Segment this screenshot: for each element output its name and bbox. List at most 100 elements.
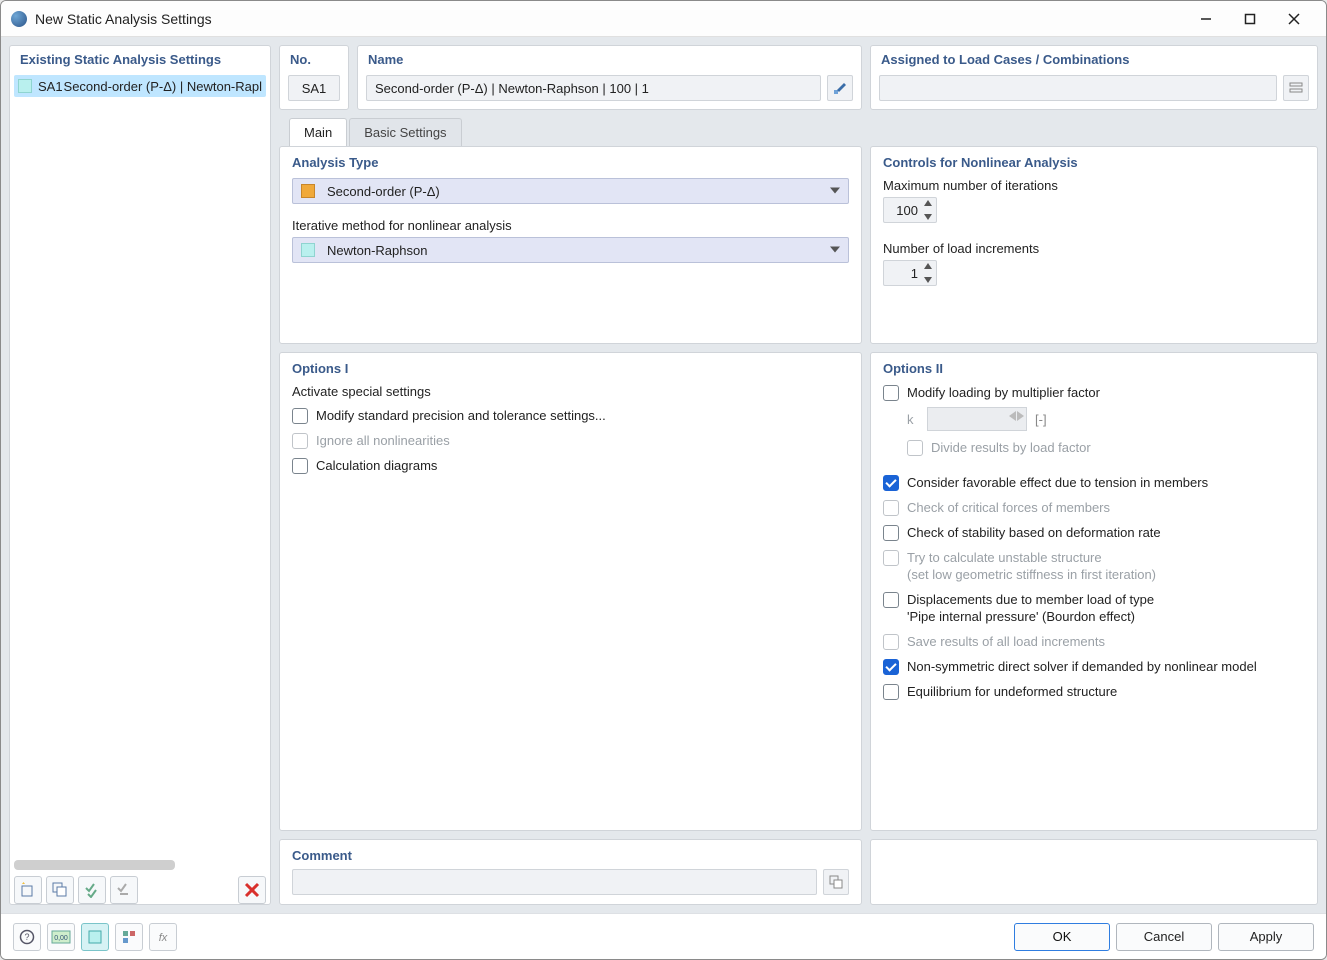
modify-precision-row[interactable]: Modify standard precision and tolerance …: [292, 407, 849, 424]
favorable-effect-row[interactable]: Consider favorable effect due to tension…: [883, 474, 1305, 491]
checkbox-icon[interactable]: [883, 385, 899, 401]
modify-loading-row[interactable]: Modify loading by multiplier factor: [883, 384, 1305, 401]
analysis-type-group: Analysis Type Second-order (P-Δ) Iterati…: [279, 146, 862, 344]
assigned-header: Assigned to Load Cases / Combinations: [871, 46, 1317, 71]
view-mode-button[interactable]: [81, 923, 109, 951]
color-swatch-icon: [18, 79, 32, 93]
unstable-label: Try to calculate unstable structure (set…: [907, 549, 1156, 583]
displacements-row[interactable]: Displacements due to member load of type…: [883, 591, 1305, 625]
settings-list-item[interactable]: SA1 Second-order (P-Δ) | Newton-Rapl: [14, 75, 266, 97]
tab-basic-settings[interactable]: Basic Settings: [349, 118, 461, 146]
analysis-type-title: Analysis Type: [292, 155, 849, 170]
left-column: Analysis Type Second-order (P-Δ) Iterati…: [279, 146, 862, 905]
divide-results-row: Divide results by load factor: [907, 439, 1305, 456]
comment-combo[interactable]: [292, 869, 817, 895]
displacements-label: Displacements due to member load of type…: [907, 591, 1154, 625]
checkbox-icon[interactable]: [883, 525, 899, 541]
units-button[interactable]: 0,00: [47, 923, 75, 951]
svg-text:0,00: 0,00: [54, 935, 68, 942]
checkbox-icon[interactable]: [883, 475, 899, 491]
equilibrium-row[interactable]: Equilibrium for undeformed structure: [883, 683, 1305, 700]
apply-button[interactable]: Apply: [1218, 923, 1314, 951]
assigned-pick-button[interactable]: [1283, 75, 1309, 101]
modify-precision-label: Modify standard precision and tolerance …: [316, 407, 606, 424]
check-all-button[interactable]: [78, 876, 106, 904]
name-header: Name: [358, 46, 861, 71]
copy-item-button[interactable]: [46, 876, 74, 904]
spinner-arrows-icon[interactable]: [924, 200, 934, 220]
spinner-arrows-icon[interactable]: [924, 263, 934, 283]
uncheck-all-button[interactable]: [110, 876, 138, 904]
stability-check-row[interactable]: Check of stability based on deformation …: [883, 524, 1305, 541]
checkbox-icon: [907, 440, 923, 456]
horizontal-scrollbar[interactable]: [14, 860, 175, 870]
existing-settings-panel: Existing Static Analysis Settings SA1 Se…: [9, 45, 271, 905]
checkbox-icon[interactable]: [292, 408, 308, 424]
controls-group: Controls for Nonlinear Analysis Maximum …: [870, 146, 1318, 344]
cancel-button[interactable]: Cancel: [1116, 923, 1212, 951]
delete-item-button[interactable]: [238, 876, 266, 904]
save-increments-row: Save results of all load increments: [883, 633, 1305, 650]
max-iter-label: Maximum number of iterations: [883, 178, 1305, 193]
tab-area: Main Basic Settings Analysis Type Second…: [279, 118, 1318, 905]
iter-method-label: Iterative method for nonlinear analysis: [292, 218, 849, 233]
divide-label: Divide results by load factor: [931, 439, 1091, 456]
settings-id: SA1: [38, 79, 64, 94]
modify-loading-label: Modify loading by multiplier factor: [907, 384, 1100, 401]
checkbox-icon[interactable]: [883, 659, 899, 675]
maximize-button[interactable]: [1228, 5, 1272, 33]
load-incr-spinner[interactable]: 1: [883, 260, 937, 286]
dialog-body: Existing Static Analysis Settings SA1 Se…: [1, 37, 1326, 913]
assigned-panel: Assigned to Load Cases / Combinations: [870, 45, 1318, 110]
max-iter-value: 100: [884, 203, 922, 218]
unstable-structure-row: Try to calculate unstable structure (set…: [883, 549, 1305, 583]
tab-main[interactable]: Main: [289, 118, 347, 146]
new-item-button[interactable]: [14, 876, 42, 904]
minimize-button[interactable]: [1184, 5, 1228, 33]
name-field[interactable]: Second-order (P-Δ) | Newton-Raphson | 10…: [366, 75, 821, 101]
filter-button[interactable]: [115, 923, 143, 951]
analysis-type-value: Second-order (P-Δ): [327, 184, 440, 199]
k-factor-row: k [-]: [907, 407, 1305, 431]
help-button[interactable]: ?: [13, 923, 41, 951]
iter-method-combo[interactable]: Newton-Raphson: [292, 237, 849, 263]
comment-pick-button[interactable]: [823, 869, 849, 895]
checkbox-icon: [883, 550, 899, 566]
k-field: [927, 407, 1027, 431]
save-incr-label: Save results of all load increments: [907, 633, 1105, 650]
svg-text:fx: fx: [159, 932, 168, 944]
ok-button[interactable]: OK: [1014, 923, 1110, 951]
close-button[interactable]: [1272, 5, 1316, 33]
critical-label: Check of critical forces of members: [907, 499, 1110, 516]
assigned-field[interactable]: [879, 75, 1277, 101]
activate-label: Activate special settings: [292, 384, 849, 399]
k-label: k: [907, 412, 919, 427]
name-panel: Name Second-order (P-Δ) | Newton-Raphson…: [357, 45, 862, 110]
window-title: New Static Analysis Settings: [35, 11, 1184, 27]
checkbox-icon[interactable]: [292, 458, 308, 474]
header-row: No. SA1 Name Second-order (P-Δ) | Newton…: [279, 45, 1318, 110]
edit-name-button[interactable]: [827, 75, 853, 101]
options2-title: Options II: [883, 361, 1305, 376]
load-incr-value: 1: [884, 266, 922, 281]
no-header: No.: [280, 46, 348, 71]
no-field[interactable]: SA1: [288, 75, 340, 101]
calc-diagrams-row[interactable]: Calculation diagrams: [292, 457, 849, 474]
checkbox-icon[interactable]: [883, 684, 899, 700]
comment-title: Comment: [292, 848, 849, 863]
checkbox-icon: [292, 433, 308, 449]
settings-list[interactable]: SA1 Second-order (P-Δ) | Newton-Rapl: [10, 73, 270, 854]
function-button[interactable]: fx: [149, 923, 177, 951]
critical-forces-row: Check of critical forces of members: [883, 499, 1305, 516]
comment-group: Comment: [279, 839, 862, 905]
checkbox-icon[interactable]: [883, 592, 899, 608]
empty-bottom-panel: [870, 839, 1318, 905]
nonsym-solver-row[interactable]: Non-symmetric direct solver if demanded …: [883, 658, 1305, 675]
iter-method-value: Newton-Raphson: [327, 243, 427, 258]
analysis-type-combo[interactable]: Second-order (P-Δ): [292, 178, 849, 204]
max-iter-spinner[interactable]: 100: [883, 197, 937, 223]
main-area: No. SA1 Name Second-order (P-Δ) | Newton…: [279, 45, 1318, 905]
tab-content: Analysis Type Second-order (P-Δ) Iterati…: [279, 146, 1318, 905]
svg-text:?: ?: [24, 932, 29, 942]
options2-group: Options II Modify loading by multiplier …: [870, 352, 1318, 831]
